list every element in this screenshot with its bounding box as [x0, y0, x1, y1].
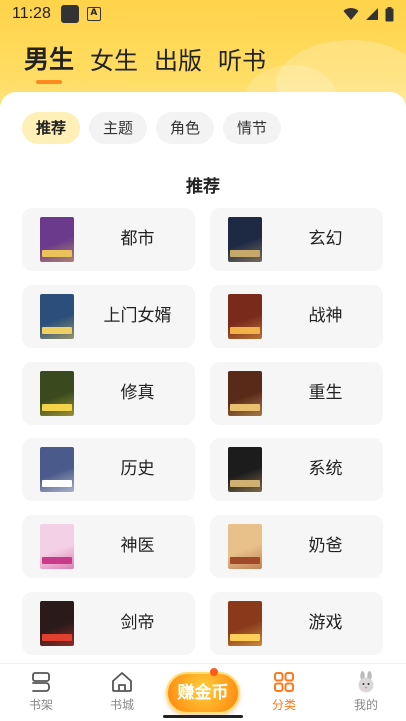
category-label: 玄幻	[308, 229, 343, 249]
chip-plot[interactable]: 情节	[223, 112, 282, 144]
earn-coins-button[interactable]: 赚金币	[166, 672, 240, 714]
tab-publish[interactable]: 出版	[154, 41, 202, 76]
section-title: 推荐	[186, 177, 220, 197]
book-cover-image	[40, 601, 74, 646]
tab-audiobook[interactable]: 听书	[218, 41, 266, 76]
book-cover-image	[228, 601, 262, 646]
nav-label: 书架	[28, 698, 53, 712]
bookshelf-icon	[32, 672, 50, 692]
status-bar: 11:28 A	[0, 0, 406, 28]
category-card-shangmen[interactable]: 上门女婿	[22, 285, 195, 348]
gender-tabs: 男生 女生 出版 听书	[24, 40, 266, 84]
category-card-shenyi[interactable]: 神医	[22, 515, 195, 578]
earn-notification-dot	[210, 668, 218, 676]
category-card-youxi[interactable]: 游戏	[210, 592, 383, 655]
category-card-xuanhuan[interactable]: 玄幻	[210, 208, 383, 271]
book-cover-image	[40, 294, 74, 339]
tab-male[interactable]: 男生	[24, 40, 74, 84]
book-cover-image	[228, 371, 262, 416]
cellular-signal-icon	[366, 8, 378, 20]
chip-role[interactable]: 角色	[156, 112, 215, 144]
nav-profile[interactable]: 我的	[336, 670, 396, 713]
nav-label: 分类	[271, 698, 296, 712]
category-card-lishi[interactable]: 历史	[22, 438, 195, 501]
category-label: 游戏	[308, 613, 343, 633]
category-card-xitong[interactable]: 系统	[210, 438, 383, 501]
chip-recommend[interactable]: 推荐	[22, 112, 81, 144]
battery-icon	[385, 6, 394, 21]
category-card-chongsheng[interactable]: 重生	[210, 362, 383, 425]
category-card-dushi[interactable]: 都市	[22, 208, 195, 271]
notification-app-icon	[60, 5, 79, 23]
book-cover-image	[228, 294, 262, 339]
category-label: 重生	[308, 383, 343, 403]
profile-rabbit-icon	[358, 671, 374, 693]
category-label: 历史	[120, 459, 155, 479]
status-time: 11:28	[12, 5, 51, 22]
notification-a-icon: A	[86, 7, 101, 21]
nav-category[interactable]: 分类	[254, 670, 314, 713]
home-indicator	[163, 715, 243, 718]
book-cover-image	[228, 524, 262, 569]
category-label: 上门女婿	[103, 306, 172, 326]
category-panel: 推荐 主题 角色 情节 推荐 都市 玄幻 上门女婿 战神 修真 重生 历史 系统…	[0, 92, 406, 663]
category-label: 系统	[308, 459, 343, 479]
book-cover-image	[228, 447, 262, 492]
nav-bookshelf[interactable]: 书架	[11, 670, 71, 713]
category-label: 奶爸	[308, 536, 343, 556]
home-icon	[112, 672, 132, 692]
chip-theme[interactable]: 主题	[89, 112, 148, 144]
book-cover-image	[40, 217, 74, 262]
tab-female[interactable]: 女生	[90, 41, 138, 76]
book-cover-image	[40, 524, 74, 569]
category-label: 剑帝	[120, 613, 155, 633]
category-card-xiuzhen[interactable]: 修真	[22, 362, 195, 425]
category-card-zhanshen[interactable]: 战神	[210, 285, 383, 348]
nav-label: 我的	[353, 698, 378, 712]
category-label: 战神	[308, 306, 343, 326]
category-label: 神医	[120, 536, 155, 556]
book-cover-image	[40, 371, 74, 416]
filter-chips: 推荐 主题 角色 情节	[22, 112, 282, 144]
book-cover-image	[40, 447, 74, 492]
category-grid-icon	[274, 672, 294, 692]
category-label: 修真	[120, 383, 155, 403]
category-card-jiandi[interactable]: 剑帝	[22, 592, 195, 655]
nav-bookstore[interactable]: 书城	[92, 670, 152, 713]
book-cover-image	[228, 217, 262, 262]
wifi-icon	[343, 8, 359, 20]
category-card-naiba[interactable]: 奶爸	[210, 515, 383, 578]
category-label: 都市	[120, 229, 155, 249]
nav-label: 书城	[109, 698, 134, 712]
